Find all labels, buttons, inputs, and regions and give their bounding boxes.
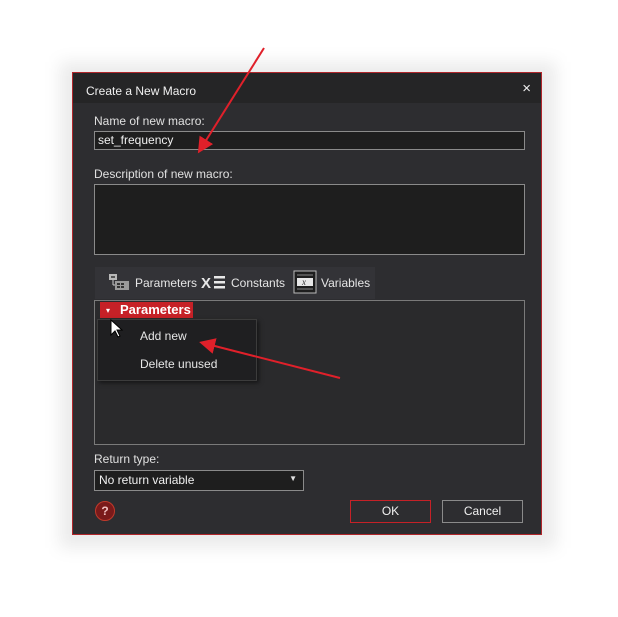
macro-name-input[interactable]: set_frequency <box>94 131 525 150</box>
tree-node-parameters[interactable]: ▾ Parameters <box>100 302 193 318</box>
macro-description-textarea[interactable] <box>94 184 525 255</box>
dropdown-arrow-icon: ▼ <box>289 474 297 483</box>
title-bar: Create a New Macro × <box>73 73 541 103</box>
help-icon[interactable]: ? <box>95 501 115 521</box>
return-type-select[interactable]: No return variable ▼ <box>94 470 304 491</box>
svg-text:X: X <box>201 275 211 290</box>
menu-item-add-new[interactable]: Add new <box>140 329 187 343</box>
tab-variables-label: Variables <box>321 276 371 290</box>
ok-button[interactable]: OK <box>350 500 431 523</box>
tree-node-label: Parameters <box>120 302 191 317</box>
close-icon[interactable]: × <box>522 81 531 97</box>
tab-strip: Parameters X Constants x Variables <box>95 267 375 299</box>
expand-toggle-icon[interactable]: ▾ <box>100 302 116 318</box>
parameters-icon <box>107 271 131 296</box>
description-label: Description of new macro: <box>94 167 233 181</box>
return-type-label: Return type: <box>94 452 160 466</box>
svg-text:x: x <box>301 277 306 287</box>
dialog-title: Create a New Macro <box>86 84 197 98</box>
tab-constants-label: Constants <box>231 276 286 290</box>
cancel-button[interactable]: Cancel <box>442 500 523 523</box>
tab-parameters-label: Parameters <box>135 276 198 290</box>
tab-parameters[interactable]: Parameters <box>107 267 197 299</box>
tab-variables[interactable]: x Variables <box>293 267 370 299</box>
return-type-value: No return variable <box>99 473 195 487</box>
mouse-cursor-icon <box>110 318 124 342</box>
tab-constants[interactable]: X Constants <box>201 267 285 299</box>
create-macro-dialog: Create a New Macro × Name of new macro: … <box>72 72 542 535</box>
constants-icon: X <box>201 274 227 293</box>
name-label: Name of new macro: <box>94 114 205 128</box>
variables-icon: x <box>293 270 317 297</box>
menu-item-delete-unused[interactable]: Delete unused <box>140 357 217 371</box>
